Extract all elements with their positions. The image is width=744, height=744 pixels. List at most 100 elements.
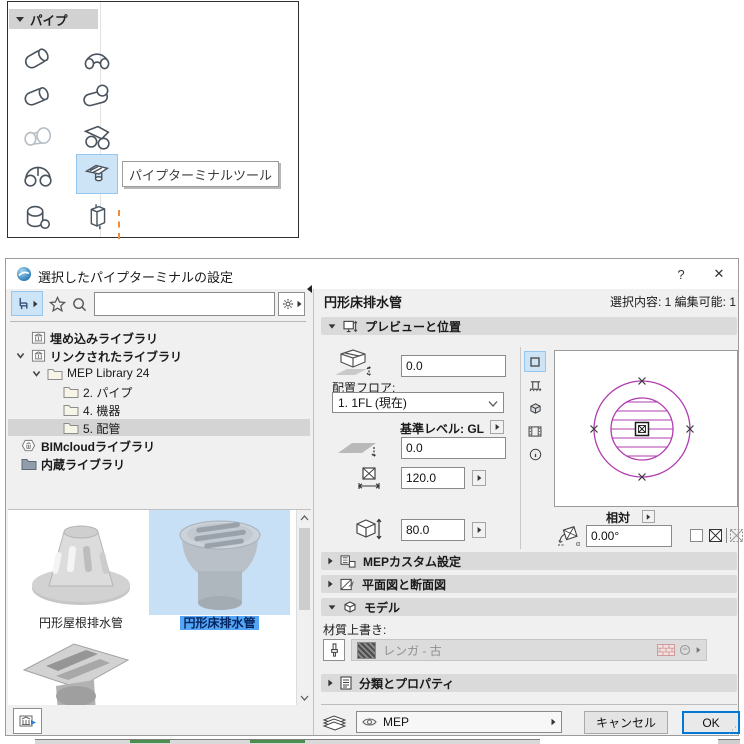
column-divider [520, 347, 521, 549]
expander-icon[interactable] [31, 368, 42, 379]
favorites-button[interactable] [46, 293, 68, 315]
scrollbar-thumb[interactable] [299, 528, 310, 610]
screenshot-root: パイプ パイプターミナルツール 選択したパイプターミナルの設定 ? ✕ 埋め込み… [0, 0, 744, 744]
chevron-down-icon [488, 401, 498, 407]
tree-item-linked-libraries[interactable]: リンクされたライブラリ [8, 347, 310, 364]
section-mep-custom[interactable]: MEPカスタム設定 [321, 552, 737, 570]
thumbnail-floor-drain[interactable] [149, 510, 290, 615]
preview-mode-elevation-button[interactable] [524, 375, 546, 396]
section-plan-section[interactable]: 平面図と断面図 [321, 575, 737, 593]
tree-item-embedded-library[interactable]: 埋め込みライブラリ [8, 329, 310, 346]
tool-pipe-tee[interactable] [77, 77, 117, 115]
background-green-fragment [130, 740, 170, 743]
star-icon [48, 295, 66, 312]
preview-info-button[interactable] [524, 444, 546, 465]
scroll-down-icon[interactable] [300, 694, 309, 702]
selection-info: 選択内容: 1 編集可能: 1 [609, 295, 736, 309]
classification-doc-icon [340, 676, 352, 690]
thumbnail-scrollbar[interactable] [296, 510, 311, 705]
expander-icon[interactable] [15, 350, 26, 361]
section-collapsed-icon [328, 580, 333, 588]
section-model[interactable]: モデル [321, 598, 737, 616]
tool-pipe-terminal[interactable] [76, 154, 118, 194]
dialog-titlebar[interactable]: 選択したパイプターミナルの設定 ? ✕ [6, 259, 738, 289]
settings-gear-button[interactable] [278, 292, 305, 316]
close-button[interactable]: ✕ [706, 263, 732, 285]
object-tool-button[interactable] [11, 291, 43, 316]
thumbnail-square-drain[interactable] [16, 634, 146, 705]
tool-pipe-transition[interactable] [18, 117, 58, 155]
scroll-up-icon[interactable] [300, 514, 309, 522]
width-input[interactable] [401, 467, 465, 489]
offset-input[interactable] [401, 437, 506, 459]
relative-flyout-button[interactable] [642, 510, 655, 523]
footer-divider [321, 704, 737, 705]
preview-mode-plan-button[interactable] [524, 351, 546, 372]
tree-item-5-piping[interactable]: 5. 配管 [8, 419, 310, 436]
tool-pipe-bend[interactable] [77, 39, 117, 77]
resize-grip[interactable]: ⋰ [728, 725, 737, 736]
flyout-arrow-icon [646, 513, 651, 520]
mirror-divider [726, 528, 727, 543]
dialog-icon [17, 267, 31, 281]
tool-pipe-wye[interactable] [77, 117, 117, 155]
relative-label: 相対 [606, 511, 631, 525]
paintbrush-icon [330, 642, 338, 657]
height-input[interactable] [401, 519, 465, 541]
material-override-toggle-button[interactable] [323, 639, 345, 661]
palette-header[interactable]: パイプ [9, 9, 98, 29]
mirror-checkbox[interactable] [690, 529, 703, 542]
tree-item-mep-library-24[interactable]: MEP Library 24 [8, 365, 310, 382]
object-tool-chair-icon [19, 297, 28, 310]
roof-drain-image [32, 525, 130, 605]
floor-select[interactable]: 1. 1FL (現在) [332, 392, 504, 413]
splitter-collapse-icon[interactable] [307, 285, 312, 293]
tree-item-2-pipe[interactable]: 2. パイプ [8, 383, 310, 400]
base-level-flyout-button[interactable] [490, 420, 504, 434]
preview-mode-animation-button[interactable] [524, 421, 546, 442]
width-flyout-button[interactable] [472, 470, 486, 486]
tool-pipe-straight-2[interactable] [18, 77, 58, 115]
layer-select[interactable]: MEP [356, 711, 562, 733]
surface-picker-icon[interactable] [679, 644, 692, 656]
panel-splitter[interactable] [313, 289, 314, 735]
flyout-arrow-icon [477, 475, 481, 481]
tree-item-builtin-library[interactable]: 内蔵ライブラリ [8, 455, 310, 472]
material-name: レンガ - 古 [383, 643, 442, 658]
section-classification[interactable]: 分類とプロパティ [321, 674, 737, 692]
pipe-straight-2-icon [24, 87, 49, 106]
tool-pipe-takeoff[interactable] [18, 198, 58, 236]
help-button[interactable]: ? [668, 263, 694, 285]
library-search-input[interactable] [94, 292, 275, 316]
flyout-arrow-icon[interactable] [696, 647, 701, 653]
section-collapsed-icon [328, 679, 333, 687]
search-button[interactable] [68, 293, 90, 315]
preview-mode-3d-button[interactable] [524, 398, 546, 419]
brick-surface-icon[interactable] [657, 644, 675, 656]
tool-pipe-straight[interactable] [18, 39, 58, 77]
width-icon [358, 467, 380, 489]
angle-input[interactable] [586, 525, 672, 547]
preview-viewport[interactable] [554, 350, 738, 507]
load-library-button[interactable] [13, 708, 42, 734]
section-collapsed-icon [328, 557, 333, 565]
section-expanded-icon [328, 323, 336, 329]
height-flyout-button[interactable] [472, 522, 486, 538]
mirrored-ghost-icon[interactable] [730, 529, 743, 542]
pipe-terminal-settings-dialog: 選択したパイプターミナルの設定 ? ✕ 埋め込みライブラリ リンクされたライブラ… [5, 258, 743, 736]
tool-pipe-inline-object[interactable] [77, 198, 117, 236]
section-preview-position[interactable]: プレビューと位置 [321, 317, 737, 335]
cancel-button[interactable]: キャンセル [584, 711, 668, 734]
pipe-tool-palette: パイプ パイプターミナルツール [7, 1, 299, 239]
pipe-takeoff-icon [26, 205, 51, 230]
tree-item-4-equipment[interactable]: 4. 機器 [8, 401, 310, 418]
gear-icon [282, 298, 294, 310]
elevation-input[interactable] [401, 355, 506, 377]
tree-item-bimcloud-library[interactable]: BIMcloudライブラリ [8, 437, 310, 454]
dialog-title: 選択したパイプターミナルの設定 [38, 270, 234, 285]
pipe-transition-icon [24, 127, 52, 146]
flyout-arrow-icon [477, 527, 481, 533]
mirror-state-icon[interactable] [709, 529, 722, 542]
thumbnail-roof-drain[interactable] [14, 512, 148, 615]
tool-pipe-double-bend[interactable] [18, 155, 58, 193]
